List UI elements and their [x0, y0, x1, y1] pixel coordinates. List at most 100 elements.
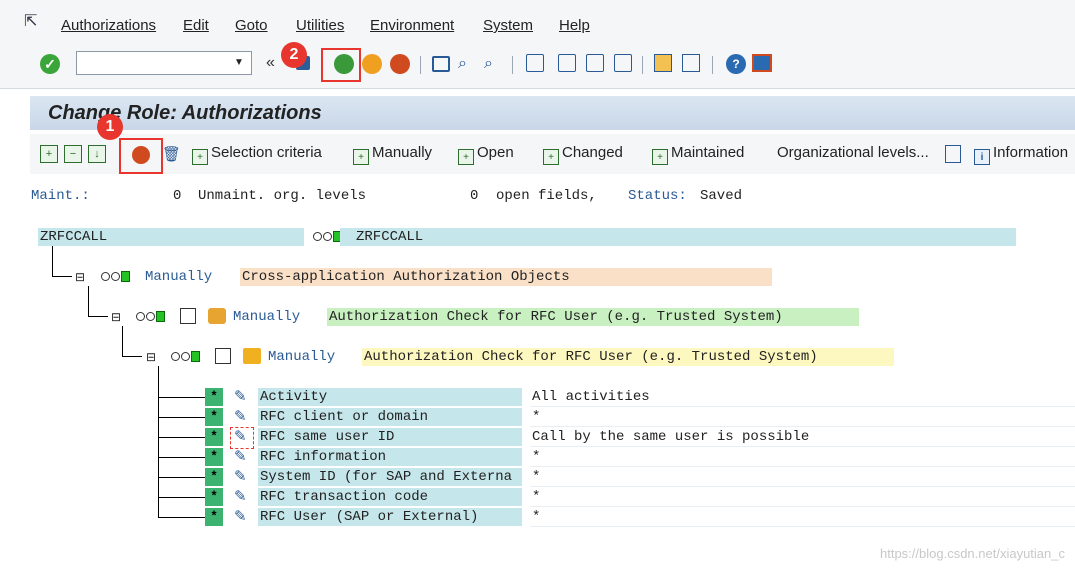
tree-line	[158, 417, 205, 418]
print-icon[interactable]	[432, 56, 450, 72]
org-levels-button[interactable]: Organizational levels...	[777, 144, 929, 161]
menu-authorizations[interactable]: Authorizations	[61, 17, 156, 34]
field-name: RFC same user ID	[258, 428, 522, 446]
toolbar-separator	[512, 56, 513, 74]
list-icon[interactable]	[945, 145, 961, 163]
changed-label: Changed	[562, 144, 623, 161]
selection-criteria-button[interactable]: + Selection criteria	[192, 144, 322, 165]
maint-label: Maint.:	[31, 188, 90, 204]
field-status-star: *	[205, 408, 223, 426]
open-text: open fields,	[496, 188, 597, 204]
open-icon: +	[458, 149, 474, 165]
changed-button[interactable]: + Changed	[543, 144, 623, 165]
class-folder-icon	[208, 308, 226, 324]
menu-utilities[interactable]: Utilities	[296, 17, 344, 34]
field-name: RFC User (SAP or External)	[258, 508, 522, 526]
tree-line	[88, 286, 89, 317]
open-count: 0	[470, 188, 479, 204]
selection-criteria-label: Selection criteria	[211, 144, 322, 161]
maintained-button[interactable]: + Maintained	[652, 144, 744, 165]
field-name: Activity	[258, 388, 522, 406]
role-name-right-label: ZRFCCALL	[356, 229, 424, 245]
field-name: RFC transaction code	[258, 488, 522, 506]
pencil-icon[interactable]: ✎	[234, 469, 250, 485]
menu-bar: ⇱ Authorizations Edit Goto Utilities Env…	[0, 0, 1075, 45]
field-status-star: *	[205, 508, 223, 526]
menu-edit[interactable]: Edit	[183, 17, 209, 34]
collapse-node-icon[interactable]: ⊟	[111, 308, 121, 326]
field-name: RFC client or domain	[258, 408, 522, 426]
object-icon	[215, 348, 231, 364]
pencil-icon[interactable]: ✎	[234, 489, 250, 505]
manually-label: Manually	[372, 144, 433, 161]
exit-icon[interactable]	[362, 54, 382, 74]
last-page-icon[interactable]	[614, 54, 632, 72]
find-icon[interactable]: ⌕	[458, 54, 478, 74]
watermark: https://blog.csdn.net/xiayutian_c	[879, 546, 1065, 561]
customize-layout-icon[interactable]	[752, 54, 772, 72]
menu-system[interactable]: System	[483, 17, 533, 34]
tree-line	[158, 497, 205, 498]
previous-page-icon[interactable]	[558, 54, 576, 72]
level2-text: Authorization Check for RFC User (e.g. T…	[327, 308, 859, 326]
collapse-icon[interactable]: «	[266, 54, 275, 72]
status-value: Saved	[700, 188, 743, 204]
toolbar-separator	[712, 56, 713, 74]
manually-button[interactable]: + Manually	[353, 144, 432, 165]
page-title: Change Role: Authorizations	[48, 102, 322, 124]
menu-exit-icon[interactable]: ⇱	[24, 14, 42, 30]
changed-icon: +	[543, 149, 559, 165]
next-page-icon[interactable]	[586, 54, 604, 72]
tree-line	[158, 457, 205, 458]
create-session-icon[interactable]	[654, 54, 672, 72]
level3-mode[interactable]: Manually	[266, 348, 337, 366]
first-page-icon[interactable]	[526, 54, 544, 72]
field-value[interactable]: All activities	[530, 388, 1075, 407]
field-value[interactable]: Call by the same user is possible	[530, 428, 1075, 447]
command-dropdown-icon[interactable]: ▼	[232, 56, 246, 70]
object-class-icon	[180, 308, 196, 324]
command-field[interactable]	[76, 51, 252, 75]
expand-subtree-icon[interactable]: +	[40, 145, 58, 163]
insert-icon[interactable]: ↓	[88, 145, 106, 163]
delete-icon[interactable]: 🗑	[162, 146, 181, 164]
collapse-node-icon[interactable]: ⊟	[75, 268, 85, 286]
open-button[interactable]: + Open	[458, 144, 514, 165]
tree-line	[158, 517, 205, 518]
tree-line	[158, 366, 159, 517]
shortcut-icon[interactable]	[682, 54, 700, 72]
level2-mode[interactable]: Manually	[231, 308, 302, 326]
tree-line	[158, 397, 205, 398]
find-next-icon[interactable]: ⌕	[484, 54, 504, 74]
field-value[interactable]: *	[530, 508, 1075, 527]
open-label: Open	[477, 144, 514, 161]
pencil-icon[interactable]: ✎	[234, 389, 250, 405]
field-status-star: *	[205, 488, 223, 506]
tree-line	[88, 316, 108, 317]
status-label: Status:	[628, 188, 687, 204]
pencil-icon[interactable]: ✎	[234, 509, 250, 525]
cancel-icon[interactable]	[390, 54, 410, 74]
enter-check-icon[interactable]: ✓	[40, 54, 60, 74]
collapse-node-icon[interactable]: ⊟	[146, 348, 156, 366]
tree-line	[158, 437, 205, 438]
field-value[interactable]: *	[530, 468, 1075, 487]
help-icon[interactable]: ?	[726, 54, 746, 74]
pencil-icon[interactable]: ✎	[234, 409, 250, 425]
menu-help[interactable]: Help	[559, 17, 590, 34]
menu-environment[interactable]: Environment	[370, 17, 454, 34]
pencil-icon[interactable]: ✎	[234, 449, 250, 465]
field-value[interactable]: *	[530, 408, 1075, 427]
menu-goto[interactable]: Goto	[235, 17, 268, 34]
field-value[interactable]: *	[530, 488, 1075, 507]
level1-text: Cross-application Authorization Objects	[240, 268, 772, 286]
maintained-label: Maintained	[671, 144, 745, 161]
role-name[interactable]: ZRFCCALL	[38, 228, 304, 246]
field-value[interactable]: *	[530, 448, 1075, 467]
tree-line	[122, 356, 142, 357]
collapse-subtree-icon[interactable]: −	[64, 145, 82, 163]
field-name: System ID (for SAP and Externa	[258, 468, 522, 486]
level1-mode[interactable]: Manually	[143, 268, 214, 286]
tree-line	[158, 477, 205, 478]
information-button[interactable]: i Information	[974, 144, 1068, 165]
